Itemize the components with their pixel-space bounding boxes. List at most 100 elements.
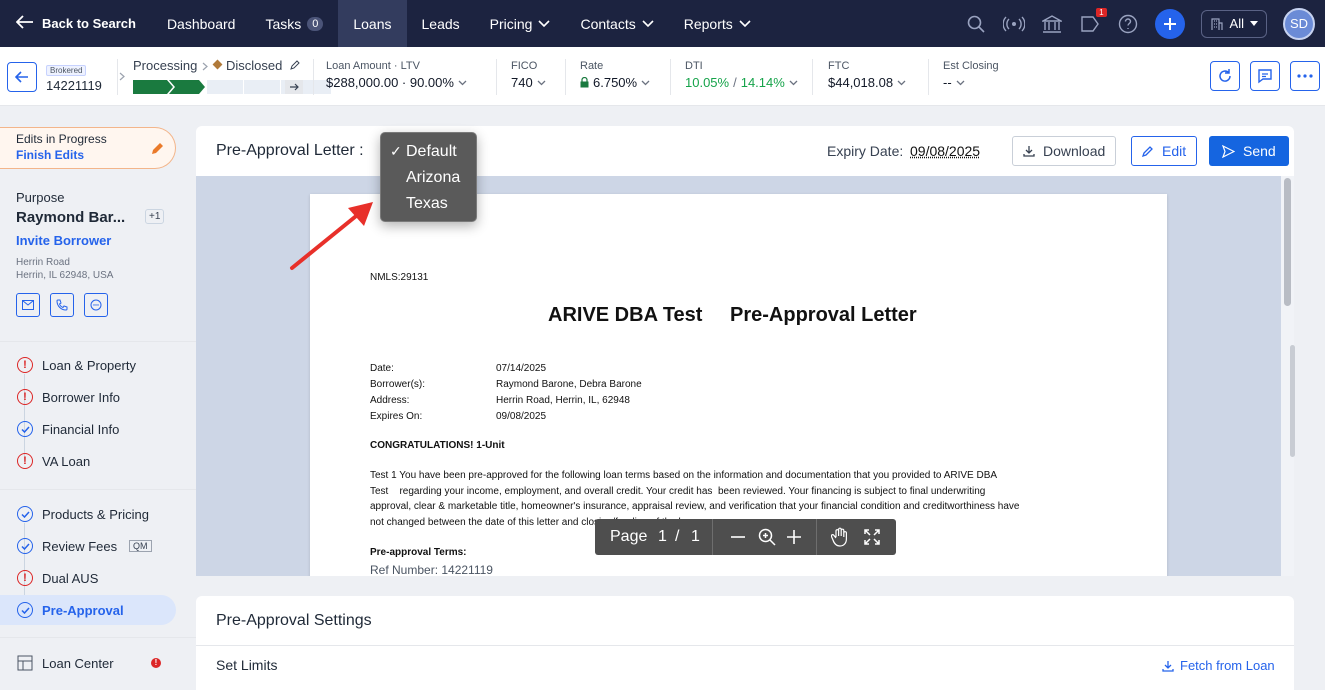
edit-label: Edit [1162, 143, 1187, 159]
phone-button[interactable] [50, 293, 74, 317]
back-to-search-link[interactable]: Back to Search [0, 0, 152, 47]
loan-amount-label: Loan Amount · LTV [326, 60, 420, 72]
notification-count: 1 [1096, 7, 1107, 17]
announcement-icon[interactable]: 1 [1079, 7, 1107, 35]
est-closing-field[interactable]: Est Closing -- [943, 60, 999, 90]
current-page-input[interactable]: 1 [658, 528, 667, 546]
fico-value: 740 [511, 75, 533, 90]
divider [0, 637, 196, 638]
page-scroll-thumb[interactable] [1290, 345, 1295, 457]
chat-button[interactable] [84, 293, 108, 317]
rate-label: Rate [580, 60, 604, 72]
rate-field[interactable]: Rate 6.750% [580, 60, 650, 90]
sidebar-item-products-pricing[interactable]: Products & Pricing [0, 499, 176, 529]
loan-sidebar: Edits in Progress Finish Edits Purpose R… [0, 106, 196, 690]
check-circle-icon [17, 538, 33, 554]
document-scroll-thumb[interactable] [1284, 178, 1291, 306]
rate-value: 6.750% [593, 75, 638, 90]
terms-heading: Pre-approval Terms: [370, 547, 467, 558]
hand-pan-icon[interactable] [831, 527, 849, 547]
zoom-out-icon[interactable] [730, 530, 746, 544]
nav-contacts[interactable]: Contacts [565, 0, 668, 47]
field-value: Herrin Road, Herrin, IL, 62948 [496, 395, 630, 406]
pencil-icon [1142, 146, 1153, 157]
refresh-button[interactable] [1210, 61, 1240, 91]
sidebar-item-label: Loan Center [42, 655, 114, 671]
ftc-value: $44,018.08 [828, 75, 894, 90]
divider [565, 59, 566, 95]
divider [496, 59, 497, 95]
nav-pricing[interactable]: Pricing [475, 0, 566, 47]
sidebar-item-borrower-info[interactable]: ! Borrower Info [0, 382, 176, 412]
nav-reports-label: Reports [683, 15, 733, 32]
dropdown-option-texas[interactable]: Texas [406, 195, 448, 213]
nav-reports[interactable]: Reports [669, 0, 766, 47]
coborrower-count-badge[interactable]: +1 [145, 209, 165, 224]
chat-bubble-icon [90, 299, 102, 311]
building-icon [1210, 17, 1223, 30]
send-button[interactable]: Send [1209, 136, 1289, 166]
dropdown-option-arizona[interactable]: Arizona [406, 169, 460, 187]
zoom-in-icon[interactable] [786, 529, 802, 545]
borrower-name[interactable]: Raymond Bar... [16, 209, 125, 226]
sidebar-item-loan-center[interactable]: Loan Center ! [0, 648, 176, 678]
edits-in-progress-banner[interactable]: Edits in Progress Finish Edits [0, 127, 176, 169]
finish-edits-link[interactable]: Finish Edits [16, 148, 84, 162]
est-closing-label: Est Closing [943, 60, 999, 72]
create-new-button[interactable] [1154, 8, 1185, 39]
dti-separator: / [733, 75, 737, 90]
progress-advance-button[interactable] [285, 80, 303, 94]
chevron-down-icon [739, 19, 751, 27]
nav-loans[interactable]: Loans [338, 0, 407, 47]
phone-icon [56, 299, 68, 311]
letter-heading-title: Pre-Approval Letter [730, 304, 917, 326]
more-options-button[interactable] [1290, 61, 1320, 91]
loan-amount-value: $288,000.00 · 90.00% [326, 75, 454, 90]
sidebar-item-loan-property[interactable]: ! Loan & Property [0, 350, 176, 380]
arrow-left-icon [15, 71, 28, 83]
expiry-date-value[interactable]: 09/08/2025 [910, 143, 980, 159]
nmls-number: NMLS:29131 [370, 272, 429, 283]
fetch-from-loan-button[interactable]: Fetch from Loan [1162, 658, 1275, 673]
loan-back-button[interactable] [7, 62, 37, 92]
nav-loans-label: Loans [353, 15, 392, 32]
messages-button[interactable] [1250, 61, 1280, 91]
settings-title: Pre-Approval Settings [216, 612, 372, 629]
sidebar-item-dual-aus[interactable]: ! Dual AUS [0, 563, 176, 593]
nav-leads[interactable]: Leads [407, 0, 475, 47]
bank-icon[interactable] [1041, 13, 1063, 35]
field-label: Address: [370, 395, 410, 406]
download-icon [1162, 660, 1174, 672]
user-avatar[interactable]: SD [1283, 7, 1315, 40]
search-icon[interactable] [965, 13, 987, 35]
email-button[interactable] [16, 293, 40, 317]
letter-template-dropdown[interactable]: ✓ Default Arizona Texas [380, 132, 477, 222]
dti-field[interactable]: DTI 10.05%/14.14% [685, 60, 798, 90]
help-icon[interactable] [1117, 13, 1139, 35]
fullscreen-icon[interactable] [864, 529, 880, 545]
edit-button[interactable]: Edit [1131, 136, 1198, 166]
top-navigation: Back to Search Dashboard Tasks 0 Loans Le… [0, 0, 1325, 47]
field-value: 09/08/2025 [496, 411, 547, 422]
nav-dashboard[interactable]: Dashboard [152, 0, 251, 47]
letter-card-header: Pre-Approval Letter : Expiry Date: 09/08… [196, 126, 1294, 176]
sidebar-item-label: Loan & Property [42, 357, 136, 373]
fico-field[interactable]: FICO 740 [511, 60, 546, 90]
broadcast-icon[interactable] [1002, 13, 1025, 35]
nav-pricing-label: Pricing [489, 15, 533, 32]
pencil-icon[interactable] [290, 60, 300, 70]
qm-badge-label: QM [133, 541, 148, 551]
download-button[interactable]: Download [1012, 136, 1117, 166]
invite-borrower-link[interactable]: Invite Borrower [16, 233, 111, 248]
company-filter-dropdown[interactable]: All [1200, 9, 1267, 38]
chevron-down-icon [538, 19, 551, 27]
sidebar-item-pre-approval[interactable]: Pre-Approval [0, 595, 176, 625]
zoom-in-magnifier-icon[interactable] [758, 528, 776, 546]
loan-amount-field[interactable]: Loan Amount · LTV $288,000.00 · 90.00% [326, 60, 467, 90]
nav-tasks[interactable]: Tasks 0 [250, 0, 338, 47]
ftc-field[interactable]: FTC $44,018.08 [828, 60, 906, 90]
sidebar-item-financial-info[interactable]: Financial Info [0, 414, 176, 444]
dropdown-option-default[interactable]: Default [406, 143, 457, 161]
sidebar-item-review-fees[interactable]: Review Fees QM [0, 531, 176, 561]
sidebar-item-va-loan[interactable]: ! VA Loan [0, 446, 176, 476]
